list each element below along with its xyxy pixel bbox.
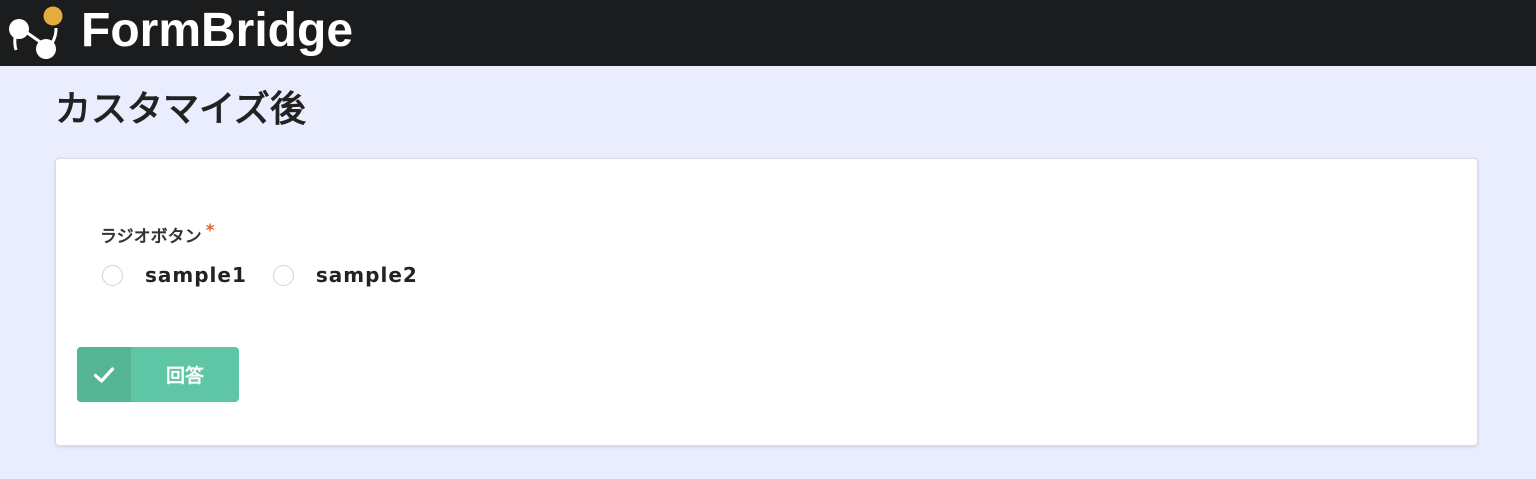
app-header: FormBridge: [0, 0, 1536, 66]
radio-option-sample1[interactable]: sample1: [102, 262, 247, 288]
radio-label-sample2: sample2: [315, 263, 418, 287]
field-label-text: ラジオボタン: [100, 227, 202, 247]
submit-button[interactable]: 回答: [77, 347, 239, 402]
brand-name: FormBridge: [81, 4, 354, 57]
radio-label-sample1: sample1: [145, 263, 247, 287]
radio-group: sample1 sample2: [102, 262, 444, 288]
page-title: カスタマイズ後: [55, 89, 306, 130]
radio-button-sample1[interactable]: [102, 264, 123, 286]
required-mark: *: [205, 221, 215, 241]
radio-field-label: ラジオボタン *: [100, 221, 215, 248]
radio-button-sample2[interactable]: [272, 264, 294, 286]
submit-button-label: 回答: [165, 366, 204, 387]
formbridge-logo-icon: [9, 6, 63, 59]
submit-icon-box: [77, 347, 131, 402]
brand-logo[interactable]: FormBridge: [6, 2, 353, 64]
check-icon: [93, 366, 115, 383]
form-card: ラジオボタン * sample1 sample2 回答: [55, 158, 1478, 446]
radio-option-sample2[interactable]: sample2: [272, 262, 418, 288]
